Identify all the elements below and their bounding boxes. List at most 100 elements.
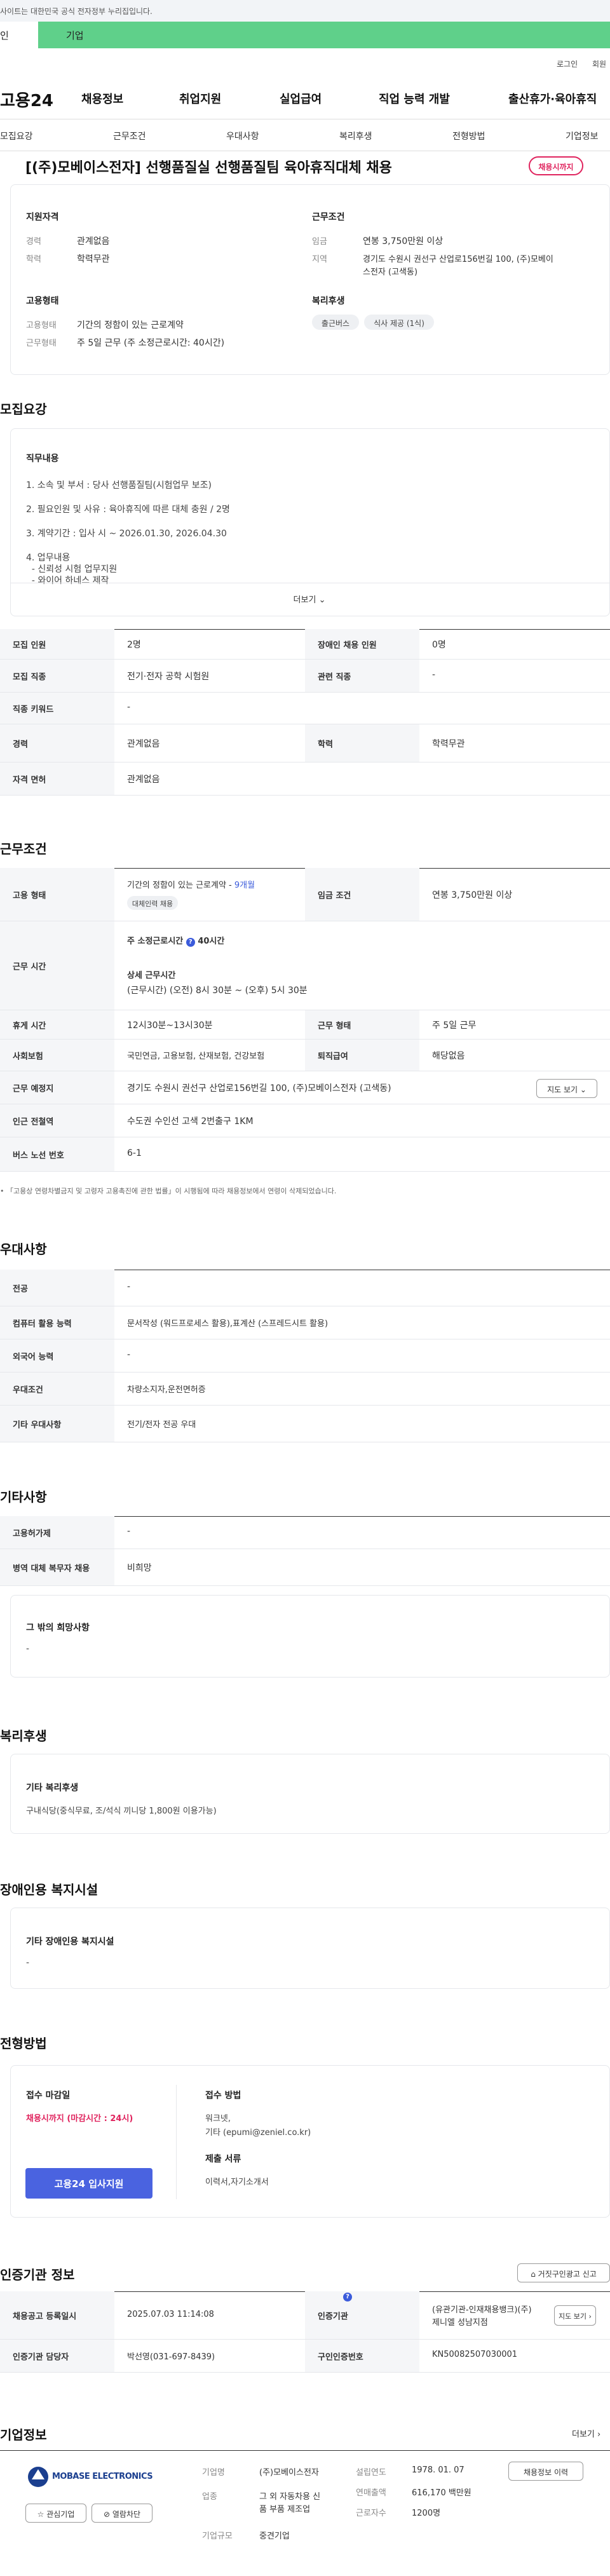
row-header: 버스 노선 번호 <box>0 1137 114 1171</box>
hope-title: 그 밖의 희망사항 <box>26 1623 90 1633</box>
row-value: 박선영(031-697-8439) <box>127 2352 215 2362</box>
apply-button[interactable]: 고용24 입사지원 <box>25 2168 152 2199</box>
company-divider <box>0 2450 610 2451</box>
gnb-menu-training[interactable]: 직업 능력 개발 <box>379 90 450 107</box>
gov-notice-text: 사이트는 대한민국 공식 전자정부 누리집입니다. <box>0 7 152 16</box>
row-header: 장애인 채용 인원 <box>305 629 419 659</box>
tab-company[interactable]: 기업정보 <box>566 130 599 142</box>
gnb-menu-leave[interactable]: 출산휴가·육아휴직 <box>508 90 597 107</box>
row-header: 전공 <box>0 1270 114 1306</box>
row-header: 근무 예정지 <box>0 1071 114 1104</box>
user-mode-switch: 인 기업 <box>0 22 610 48</box>
favorite-company-button[interactable]: ☆ 관심기업 <box>25 2504 86 2523</box>
home-icon: ⌂ <box>531 2270 536 2279</box>
row-value: 국민연금, 고용보험, 산재보험, 건강보험 <box>127 1052 265 1061</box>
info-icon[interactable]: ? <box>186 938 195 947</box>
company-name-value: (주)모베이스전자 <box>259 2468 319 2478</box>
table-row: 자격 면허 관계없음 <box>0 763 610 796</box>
row-header: 컴퓨터 활용 능력 <box>0 1306 114 1339</box>
career-label: 경력 <box>26 237 41 247</box>
employment-type-text: 기간의 정함이 있는 근로계약 - <box>127 881 234 890</box>
tab-preference[interactable]: 우대사항 <box>226 130 259 142</box>
row-value: - <box>432 670 436 680</box>
tab-recruit[interactable]: 모집요강 <box>0 130 33 142</box>
row-header: 사회보험 <box>0 1040 114 1071</box>
row-header: 직종 키워드 <box>0 693 114 724</box>
report-fake-ad-button[interactable]: ⌂ 거짓구인광고 신고 <box>517 2263 610 2282</box>
cert-map-button[interactable]: 지도 보기 › <box>554 2305 596 2326</box>
method-value: 워크넷, <box>205 2114 231 2124</box>
detail-hours-label: 상세 근무시간 <box>127 971 176 980</box>
table-row: 기타 우대사항 전기/전자 전공 우대 <box>0 1406 610 1442</box>
gnb-menu-unemployment[interactable]: 실업급여 <box>280 90 322 107</box>
industry-value-line1: 그 외 자동차용 신 <box>259 2492 321 2502</box>
industry-value-line2: 품 부품 제조업 <box>259 2505 311 2514</box>
tab-process[interactable]: 전형방법 <box>452 130 485 142</box>
business-mode-tab[interactable]: 기업 <box>38 22 610 48</box>
gnb-menu-employment-support[interactable]: 취업지원 <box>179 90 221 107</box>
employees-value: 1200명 <box>412 2509 441 2518</box>
summary-box: 지원자격 경력 관계없음 학력 학력무관 근무조건 임금 연봉 3,750만원 … <box>10 184 610 375</box>
recruit-heading: 모집요강 <box>0 402 47 417</box>
company-heading: 기업정보 <box>0 2427 47 2443</box>
tab-work-conditions[interactable]: 근무조건 <box>113 130 146 142</box>
row-value: 2025.07.03 11:14:08 <box>127 2310 214 2319</box>
age-law-note: • 「고용상 연령차별금지 및 고령자 고용촉진에 관한 법률」이 시행됨에 따… <box>0 1187 337 1195</box>
row-header: 외국어 능력 <box>0 1339 114 1372</box>
block-icon: ⊘ <box>103 2510 111 2519</box>
tab-welfare[interactable]: 복리후생 <box>339 130 372 142</box>
login-link[interactable]: 로그인 <box>557 58 578 69</box>
row-value: 0명 <box>432 640 446 650</box>
gnb-menu-jobs[interactable]: 채용정보 <box>81 90 123 107</box>
table-row: 근무 예정지 경기도 수원시 권선구 산업로156번길 100, (주)모베이스… <box>0 1071 610 1104</box>
duty-line: - 와이어 하네스 제작 <box>26 576 109 586</box>
row-value: 비희망 <box>127 1563 152 1573</box>
disability-card-value: - <box>26 1958 30 1968</box>
qualification-title: 지원자격 <box>26 212 59 222</box>
block-view-button[interactable]: ⊘ 열람차단 <box>92 2504 152 2523</box>
industry-label: 업종 <box>202 2492 217 2502</box>
detail-hours-value: (근무시간) (오전) 8시 30분 ~ (오후) 5시 30분 <box>127 986 308 996</box>
join-link[interactable]: 회원 <box>592 58 606 69</box>
map-button[interactable]: 지도 보기 ⌄ <box>536 1079 597 1098</box>
row-header: 구인인증번호 <box>305 2340 419 2372</box>
table-row: 채용공고 등록일시 2025.07.03 11:14:08 인증기관 ? (유관… <box>0 2291 610 2340</box>
job-title: [(주)모베이스전자] 선행품질실 선행품질팀 육아휴직대체 채용 <box>25 160 392 176</box>
individual-mode-tab[interactable]: 인 <box>0 22 38 48</box>
duty-line: 2. 필요인원 및 사유 : 육아휴직에 따른 대체 충원 / 2명 <box>26 505 230 515</box>
row-value: 기간의 정함이 있는 근로계약 - 9개월 <box>127 878 255 890</box>
conditions-title: 근무조건 <box>312 212 345 222</box>
employees-label: 근로자수 <box>356 2509 386 2518</box>
cert-heading: 인증기관 정보 <box>0 2267 75 2282</box>
row-header: 학력 <box>305 724 419 762</box>
table-row: 모집 인원 2명 장애인 채용 인원 0명 <box>0 629 610 660</box>
row-header: 인증기관 ? <box>305 2291 419 2339</box>
table-row: 고용허가제 - <box>0 1516 610 1549</box>
chevron-down-icon: ⌄ <box>580 1085 586 1094</box>
table-row: 버스 노선 번호 6-1 <box>0 1137 610 1172</box>
company-logo: MOBASE ELECTRONICS <box>25 2460 153 2496</box>
company-name-label: 기업명 <box>202 2468 225 2478</box>
site-logo[interactable]: 고용24 <box>0 88 53 111</box>
table-row: 사회보험 국민연금, 고용보험, 산재보험, 건강보험 퇴직급여 해당없음 <box>0 1040 610 1071</box>
company-more-link[interactable]: 더보기 › <box>572 2427 600 2439</box>
welfare-chip: 출근버스 <box>312 315 359 330</box>
area-value-line2: 스전자 (고색동) <box>363 268 418 277</box>
deadline-value: 채용시까지 (마감시간 : 24시) <box>26 2114 133 2124</box>
duty-title: 직무내용 <box>26 454 59 464</box>
job-history-button[interactable]: 채용정보 이력 <box>508 2462 583 2481</box>
table-row: 휴게 시간 12시30분~13시30분 근무 형태 주 5일 근무 <box>0 1010 610 1040</box>
info-icon[interactable]: ? <box>343 2293 352 2301</box>
area-label: 지역 <box>312 255 327 264</box>
global-nav: 고용24 채용정보 취업지원 실업급여 직업 능력 개발 출산휴가·육아휴직 <box>0 76 610 119</box>
duty-more-button[interactable]: 더보기 ⌄ <box>284 593 335 605</box>
contract-months: 9개월 <box>234 881 255 890</box>
more-label: 더보기 <box>293 595 316 605</box>
row-value: 전기/전자 전공 우대 <box>127 1420 196 1430</box>
wage-label: 임금 <box>312 237 327 247</box>
row-header: 퇴직급여 <box>305 1040 419 1071</box>
duty-line: - 신뢰성 시험 업무지원 <box>26 564 118 574</box>
row-header: 모집 인원 <box>0 629 114 659</box>
deadline-badge: 채용시까지 <box>529 156 583 175</box>
duty-line: 4. 업무내용 <box>26 553 71 563</box>
